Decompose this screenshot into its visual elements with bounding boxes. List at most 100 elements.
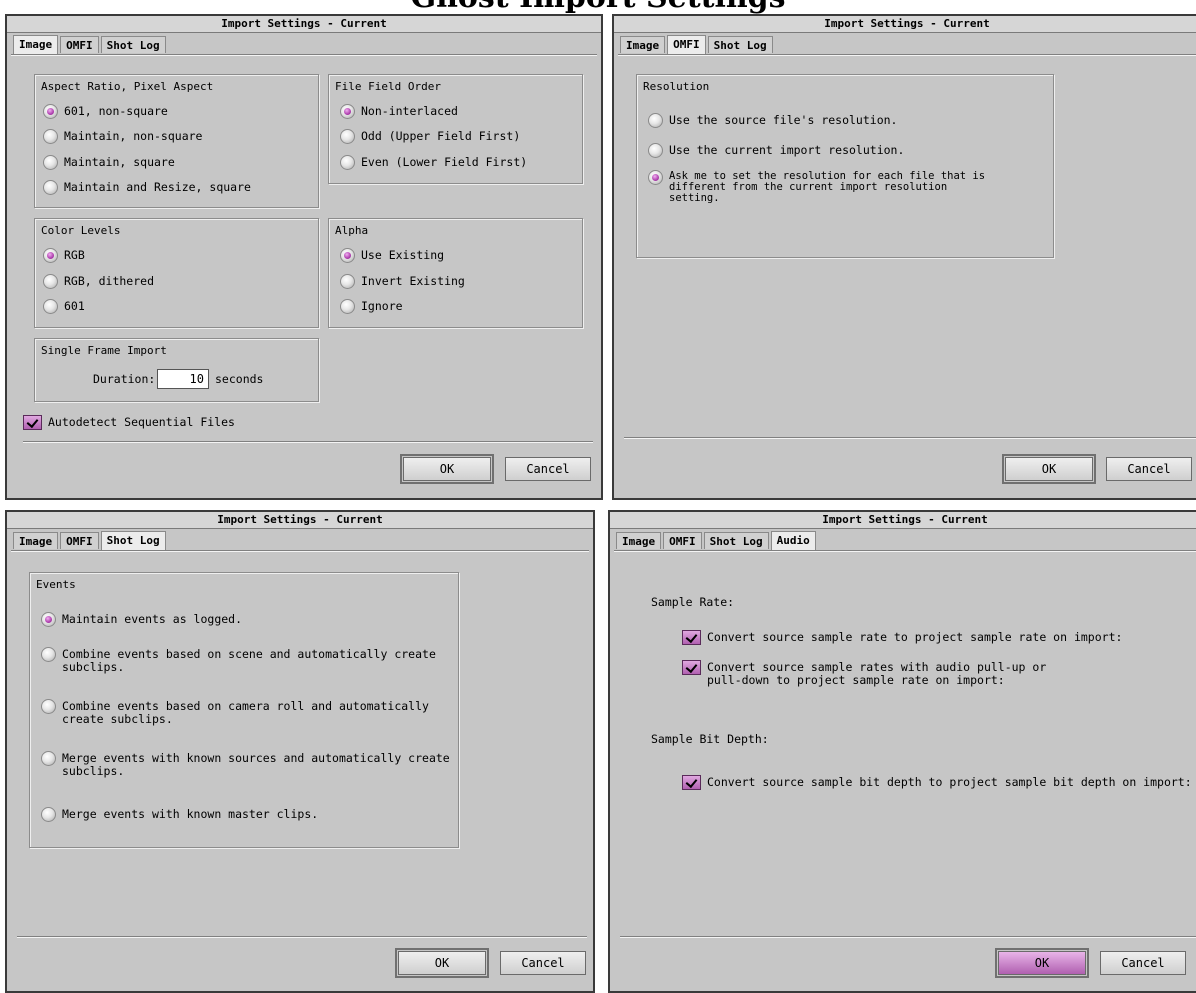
radio-source-resolution[interactable]: Use the source file's resolution. <box>648 113 897 128</box>
sample-rate-label: Sample Rate: <box>651 595 735 609</box>
radio-601-non-square[interactable]: 601, non-square <box>43 104 168 119</box>
ok-button[interactable]: OK <box>1002 454 1096 484</box>
import-settings-window-omfi: Import Settings - Current Image OMFI Sho… <box>612 14 1196 500</box>
cancel-button[interactable]: Cancel <box>505 457 591 481</box>
page-title: Ghost Import Settings <box>0 0 1196 13</box>
button-separator <box>624 437 1196 438</box>
radio-icon <box>340 274 355 289</box>
radio-601[interactable]: 601 <box>43 299 85 314</box>
cancel-button[interactable]: Cancel <box>1100 951 1186 975</box>
radio-icon <box>43 180 58 195</box>
tab-audio[interactable]: Audio <box>770 531 816 550</box>
radio-current-resolution[interactable]: Use the current import resolution. <box>648 143 904 158</box>
window-title: Import Settings - Current <box>614 16 1196 33</box>
window-title: Import Settings - Current <box>7 512 593 529</box>
radio-odd-upper-first[interactable]: Odd (Upper Field First) <box>340 129 520 144</box>
tab-bar: Image OMFI Shot Log <box>620 35 775 54</box>
import-settings-window-shot-log: Import Settings - Current Image OMFI Sho… <box>5 510 595 993</box>
radio-maintain-square[interactable]: Maintain, square <box>43 155 175 170</box>
radio-icon <box>41 751 56 766</box>
radio-icon <box>340 155 355 170</box>
group-title: Alpha <box>335 224 369 237</box>
tab-shot-log[interactable]: Shot Log <box>703 532 769 549</box>
radio-icon <box>41 699 56 714</box>
convert-sample-rate-checkbox[interactable]: Convert source sample rate to project sa… <box>682 630 1122 645</box>
radio-icon <box>43 129 58 144</box>
radio-even-lower-first[interactable]: Even (Lower Field First) <box>340 155 527 170</box>
window-title: Import Settings - Current <box>7 16 601 33</box>
duration-input[interactable]: 10 <box>157 369 209 389</box>
tab-image[interactable]: Image <box>13 35 59 54</box>
radio-icon <box>648 143 663 158</box>
tab-shot-log[interactable]: Shot Log <box>100 36 166 53</box>
radio-selected-icon <box>43 104 58 119</box>
tab-divider <box>11 54 597 55</box>
radio-combine-camera-roll[interactable]: Combine events based on camera roll and … <box>41 699 429 726</box>
resolution-group: Resolution <box>636 74 1054 258</box>
cancel-button[interactable]: Cancel <box>500 951 586 975</box>
radio-icon <box>43 155 58 170</box>
radio-selected-icon <box>648 170 663 185</box>
sample-bit-depth-label: Sample Bit Depth: <box>651 732 769 746</box>
tab-omfi[interactable]: OMFI <box>60 532 99 549</box>
duration-unit: seconds <box>215 372 264 386</box>
group-title: Resolution <box>643 80 710 93</box>
group-title: Events <box>36 578 76 591</box>
convert-bit-depth-checkbox[interactable]: Convert source sample bit depth to proje… <box>682 775 1192 790</box>
radio-selected-icon <box>41 612 56 627</box>
radio-use-existing[interactable]: Use Existing <box>340 248 444 263</box>
ok-button[interactable]: OK <box>395 948 489 978</box>
tab-divider <box>11 550 589 551</box>
radio-icon <box>340 299 355 314</box>
autodetect-sequential-checkbox[interactable]: Autodetect Sequential Files <box>23 415 235 430</box>
tab-shot-log[interactable]: Shot Log <box>707 36 773 53</box>
convert-pullup-checkbox[interactable]: Convert source sample rates with audio p… <box>682 660 1046 687</box>
radio-icon <box>43 274 58 289</box>
radio-maintain-events[interactable]: Maintain events as logged. <box>41 612 242 627</box>
radio-combine-scene[interactable]: Combine events based on scene and automa… <box>41 647 436 674</box>
tab-divider <box>614 550 1196 551</box>
radio-rgb[interactable]: RGB <box>43 248 85 263</box>
tab-bar: Image OMFI Shot Log <box>13 35 168 54</box>
duration-label: Duration: <box>93 372 156 386</box>
cancel-button[interactable]: Cancel <box>1106 457 1192 481</box>
tab-omfi[interactable]: OMFI <box>60 36 99 53</box>
import-settings-window-audio: Import Settings - Current Image OMFI Sho… <box>608 510 1196 993</box>
tab-omfi[interactable]: OMFI <box>667 35 706 54</box>
tab-image[interactable]: Image <box>620 36 666 53</box>
import-settings-window-image: Import Settings - Current Image OMFI Sho… <box>5 14 603 500</box>
checkbox-checked-icon <box>682 775 701 790</box>
radio-selected-icon <box>43 248 58 263</box>
checkbox-checked-icon <box>682 630 701 645</box>
group-title: File Field Order <box>335 80 441 93</box>
radio-merge-known-sources[interactable]: Merge events with known sources and auto… <box>41 751 450 778</box>
radio-icon <box>648 113 663 128</box>
radio-selected-icon <box>340 104 355 119</box>
group-title: Color Levels <box>41 224 121 237</box>
checkbox-checked-icon <box>682 660 701 675</box>
button-separator <box>17 936 587 937</box>
radio-icon <box>340 129 355 144</box>
window-title: Import Settings - Current <box>610 512 1196 529</box>
ok-button[interactable]: OK <box>400 454 494 484</box>
tab-shot-log[interactable]: Shot Log <box>100 531 166 550</box>
radio-merge-master-clips[interactable]: Merge events with known master clips. <box>41 807 318 822</box>
radio-maintain-resize-square[interactable]: Maintain and Resize, square <box>43 180 251 195</box>
tab-image[interactable]: Image <box>616 532 662 549</box>
radio-non-interlaced[interactable]: Non-interlaced <box>340 104 458 119</box>
radio-icon <box>41 807 56 822</box>
tab-bar: Image OMFI Shot Log Audio <box>616 531 818 550</box>
radio-maintain-non-square[interactable]: Maintain, non-square <box>43 129 202 144</box>
tab-omfi[interactable]: OMFI <box>663 532 702 549</box>
radio-invert-existing[interactable]: Invert Existing <box>340 274 465 289</box>
ok-button[interactable]: OK <box>995 948 1089 978</box>
radio-rgb-dithered[interactable]: RGB, dithered <box>43 274 154 289</box>
radio-ask-resolution[interactable]: Ask me to set the resolution for each fi… <box>648 170 985 204</box>
radio-selected-icon <box>340 248 355 263</box>
tab-image[interactable]: Image <box>13 532 59 549</box>
radio-icon <box>43 299 58 314</box>
radio-ignore[interactable]: Ignore <box>340 299 403 314</box>
checkbox-checked-icon <box>23 415 42 430</box>
button-separator <box>620 936 1196 937</box>
group-title: Single Frame Import <box>41 344 167 357</box>
